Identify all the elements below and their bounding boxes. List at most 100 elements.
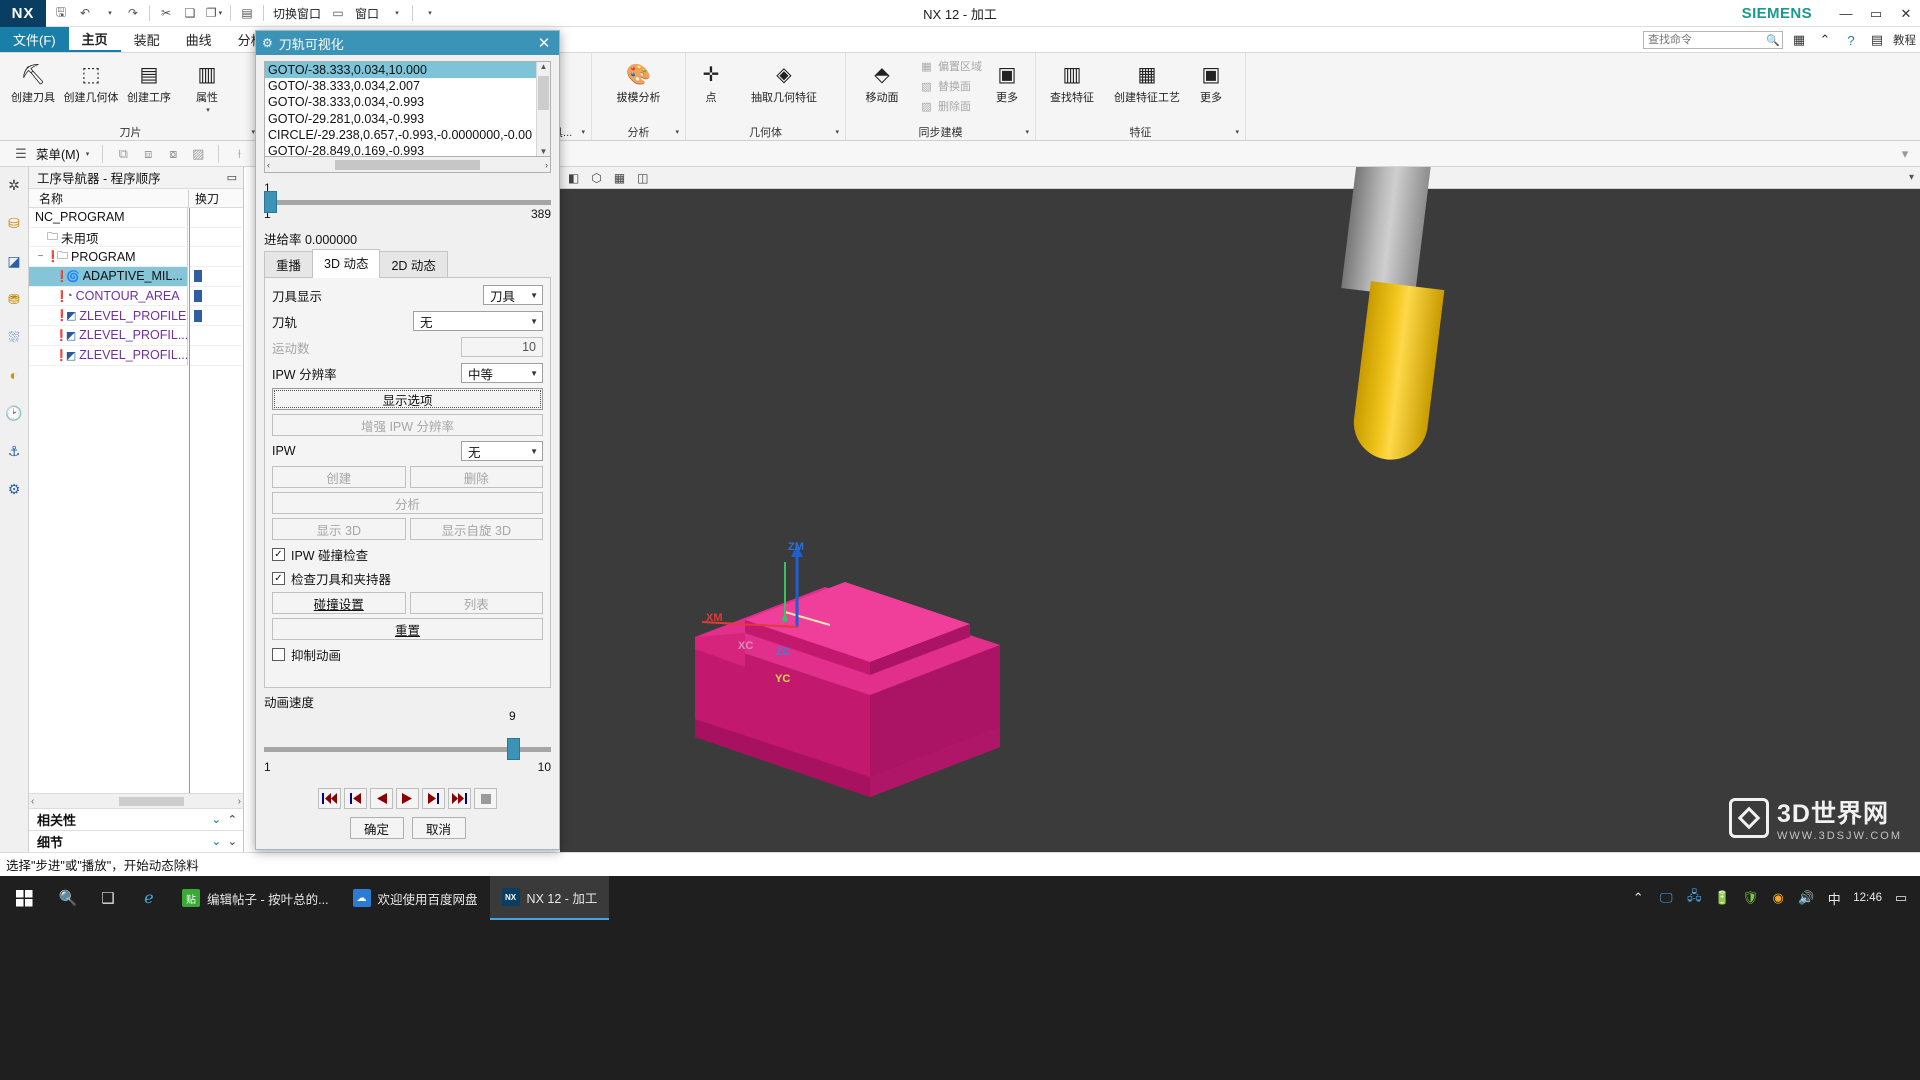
listbox-hscrollbar[interactable]: ‹ › — [264, 157, 551, 173]
window-icon[interactable]: ▭ — [327, 2, 349, 24]
ribbon-group-gctools-caret-icon[interactable]: ▾ — [581, 128, 585, 136]
window-thumb-icon[interactable]: ▤ — [236, 2, 258, 24]
tree-node-program[interactable]: − ❗ 🗀 PROGRAM — [29, 247, 189, 267]
table-row[interactable]: ❗ ◩ ZLEVEL_PROFILE — [29, 306, 243, 327]
taskbar-nx[interactable]: NX NX 12 - 加工 — [489, 876, 610, 920]
operation-navigator-icon[interactable]: ⛃ — [2, 287, 26, 311]
scroll-up-icon[interactable]: ⌃ — [228, 813, 237, 826]
tree-node-adaptive-milling[interactable]: ❗ 🌀 ADAPTIVE_MIL... — [29, 267, 189, 286]
chevron-down-icon[interactable]: ▼ — [530, 317, 538, 326]
create-feature-process-button[interactable]: ▦ 创建特征工艺 — [1104, 56, 1190, 105]
create-tool-button[interactable]: ⛏ 创建刀具 — [4, 56, 62, 105]
list-item[interactable]: GOTO/-38.333,0.034,-0.993 — [265, 94, 550, 110]
offset-region-button[interactable]: ▦ 偏置区域 — [914, 58, 987, 77]
chevron-down-icon[interactable]: ⌄ — [212, 835, 221, 848]
tree-node-contour-area[interactable]: ❗ ◔ CONTOUR_AREA — [29, 286, 189, 306]
paste-geom-icon[interactable]: ⧈ — [137, 144, 159, 164]
replace-face-button[interactable]: ▧ 替换面 — [914, 78, 987, 97]
motion-slider-track[interactable] — [264, 191, 551, 213]
command-search[interactable]: 🔍 — [1643, 31, 1783, 49]
window-layout-icon[interactable]: ▦ — [1789, 30, 1809, 50]
ribbon-group-geometry-caret-icon[interactable]: ▾ — [835, 128, 839, 136]
part-model[interactable]: XC YC ZC ZM XM — [690, 437, 1110, 837]
hd3d-icon[interactable]: ⛆ — [2, 325, 26, 349]
cancel-button[interactable]: 取消 — [411, 817, 466, 839]
motion-slider-thumb[interactable] — [264, 191, 277, 213]
expand-collapse-icon[interactable]: − — [35, 251, 46, 262]
transform-icon[interactable]: ⧇ — [162, 144, 184, 164]
analyze-button[interactable]: 分析 — [272, 492, 543, 514]
paste-icon[interactable]: ❐ ▾ — [203, 2, 225, 24]
tab-home[interactable]: 主页 — [68, 27, 121, 52]
play-backward-button[interactable] — [370, 788, 393, 809]
system-materials-icon[interactable]: ⚙ — [2, 477, 26, 501]
chevron-down-icon[interactable]: ▼ — [530, 291, 538, 300]
notifications-icon[interactable]: ▭ — [1892, 890, 1910, 906]
taskbar-edge[interactable]: ℯ — [128, 876, 170, 920]
row-ipw-collision-check[interactable]: ✓ IPW 碰撞检查 — [272, 544, 543, 564]
create-geometry-button[interactable]: ⬚ 创建几何体 — [62, 56, 120, 105]
pattern-icon[interactable]: ▨ — [187, 144, 209, 164]
animation-slider-track[interactable] — [264, 738, 551, 760]
taskbar-clock[interactable]: 12:46 — [1853, 891, 1882, 905]
undo-icon[interactable]: ↶ — [74, 2, 96, 24]
reuse-library-icon[interactable]: ◪ — [2, 249, 26, 273]
check-tool-holder-checkbox[interactable]: ✓ — [272, 571, 285, 585]
table-row[interactable]: − ❗ 🗀 PROGRAM — [29, 247, 243, 268]
shield-icon[interactable]: 🛡 — [1741, 890, 1759, 906]
create-operation-button[interactable]: ▤ 创建工序 — [120, 56, 178, 105]
stop-button[interactable] — [474, 788, 497, 809]
table-row[interactable]: NC_PROGRAM — [29, 208, 243, 228]
rewind-to-start-button[interactable] — [318, 788, 341, 809]
section-dependencies[interactable]: 相关性 ⌄ ⌃ — [29, 808, 243, 830]
menurow-more-icon[interactable]: ▾ — [1894, 144, 1916, 164]
chevron-down-icon[interactable]: ⌄ — [212, 813, 221, 826]
qat-more-icon[interactable]: ▾ — [418, 2, 440, 24]
chevron-up-icon[interactable]: ⌃ — [1629, 890, 1647, 906]
scroll-left-icon[interactable]: ‹ — [267, 160, 270, 170]
properties-button[interactable]: ▥ 属性 ▾ — [178, 56, 236, 115]
undo-dropdown-icon[interactable]: ▾ — [98, 2, 120, 24]
create-button[interactable]: 创建 — [272, 466, 406, 488]
toolpath-visualization-dialog[interactable]: ⚙ 刀轨可视化 ✕ GOTO/-38.333,0.034,10.000 GOTO… — [255, 30, 560, 850]
menu-caret-icon[interactable]: ▾ — [86, 150, 90, 158]
motion-count-input[interactable]: 10 — [461, 337, 543, 357]
tree-node-zlevel-profile-1[interactable]: ❗ ◩ ZLEVEL_PROFILE — [29, 306, 189, 326]
scroll-left-icon[interactable]: ‹ — [31, 796, 34, 807]
tab-curve[interactable]: 曲线 — [173, 27, 225, 52]
table-row[interactable]: ❗ ◔ CONTOUR_AREA — [29, 286, 243, 307]
search-icon[interactable]: 🔍 — [1766, 34, 1780, 47]
taskbar-baidu-pan[interactable]: ☁ 欢迎使用百度网盘 — [341, 876, 490, 920]
window-menu-button[interactable]: 窗口 — [351, 5, 383, 22]
show-auto-3d-button[interactable]: 显示自旋 3D — [409, 518, 543, 540]
dialog-title-bar[interactable]: ⚙ 刀轨可视化 ✕ — [256, 31, 559, 55]
extract-geometry-button[interactable]: ◈ 抽取几何特征 — [732, 56, 836, 105]
section-icon[interactable]: ◫ — [637, 171, 648, 185]
feature-more-button[interactable]: ▣ 更多 — [1190, 56, 1232, 105]
forward-to-end-button[interactable] — [448, 788, 471, 809]
list-item[interactable]: GOTO/-38.333,0.034,2.007 — [265, 78, 550, 94]
tree-node-unused[interactable]: 🗀 未用项 — [29, 227, 189, 247]
close-button[interactable]: ✕ — [1898, 6, 1914, 22]
wcs-icon[interactable]: ⟊ — [228, 144, 250, 164]
listbox-vscrollbar[interactable]: ▲ ▼ — [536, 62, 550, 156]
collapse-ribbon-icon[interactable]: ⌃ — [1815, 30, 1835, 50]
collision-settings-button[interactable]: 碰撞设置 — [272, 592, 406, 614]
delete-button[interactable]: 删除 — [409, 466, 543, 488]
ipw-resolution-select[interactable]: 中等 ▼ — [461, 363, 543, 383]
display-options-button[interactable]: 显示选项 — [272, 388, 543, 410]
table-row[interactable]: 🗀 未用项 — [29, 227, 243, 248]
move-face-button[interactable]: ⬘ 移动面 — [850, 56, 914, 105]
suppress-animation-checkbox[interactable] — [272, 647, 285, 661]
section-details[interactable]: 细节 ⌄ ⌄ — [29, 830, 243, 852]
show-3d-button[interactable]: 显示 3D — [272, 518, 406, 540]
navigator-tree[interactable]: NC_PROGRAM 🗀 未用项 − ❗ 🗀 PROGRAM ❗ 🌀 ADAPT… — [29, 208, 243, 793]
part-navigator-icon[interactable]: ⛁ — [2, 211, 26, 235]
find-feature-button[interactable]: ▥ 查找特征 — [1040, 56, 1104, 105]
copy-icon[interactable]: ❏ — [179, 2, 201, 24]
scroll-down-icon[interactable]: ⌄ — [228, 835, 237, 848]
pin-icon[interactable]: ▭ — [227, 171, 237, 184]
minimize-button[interactable]: — — [1838, 6, 1854, 21]
copy-geom-icon[interactable]: ⧉ — [112, 144, 134, 164]
tab-file[interactable]: 文件(F) — [0, 27, 69, 52]
